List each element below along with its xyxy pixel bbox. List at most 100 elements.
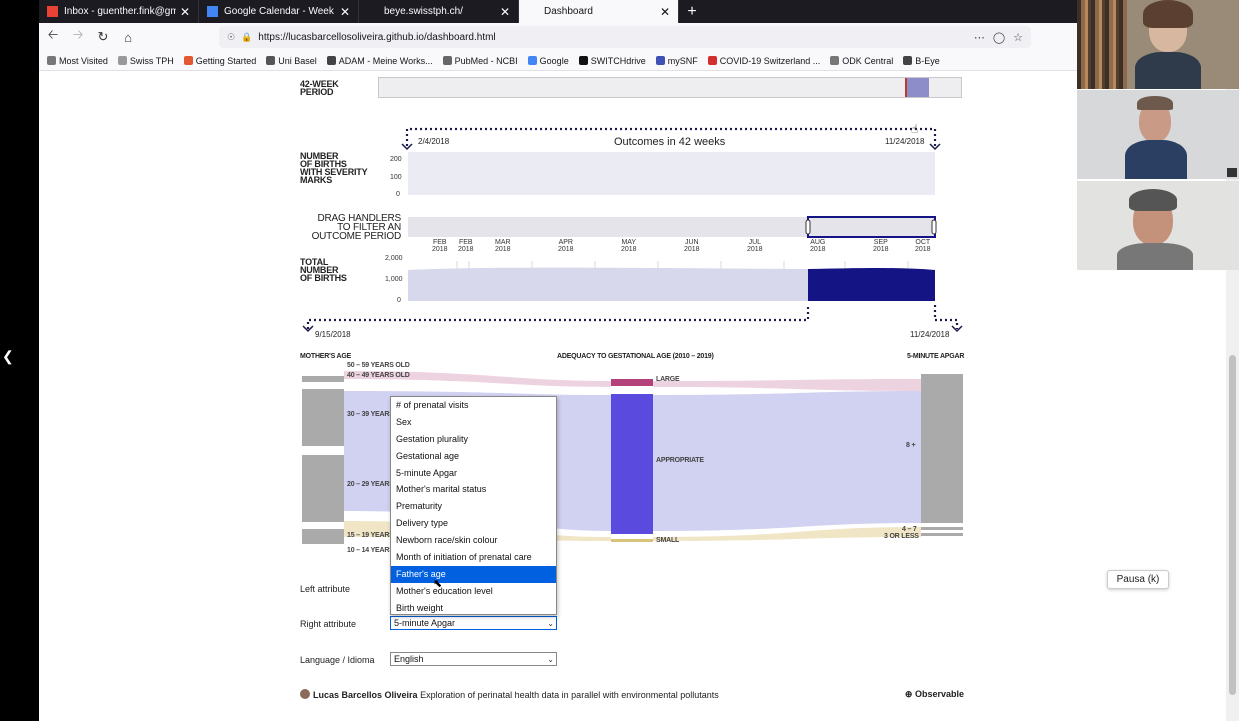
node-3-or-less[interactable] bbox=[921, 533, 963, 536]
author-name[interactable]: Lucas Barcellos Oliveira bbox=[313, 690, 418, 700]
dropdown-option[interactable]: Gestation plurality bbox=[391, 431, 556, 448]
dropdown-option[interactable]: Mother's marital status bbox=[391, 481, 556, 498]
close-icon[interactable]: ✕ bbox=[180, 5, 190, 19]
bookmark-item[interactable]: Swiss TPH bbox=[117, 56, 174, 66]
bookmark-star-icon[interactable]: ☆ bbox=[1013, 31, 1023, 44]
total-tick-2000: 2,000 bbox=[385, 255, 403, 262]
tab-title: Inbox - guenther.fink@gmail.c bbox=[64, 6, 176, 17]
language-select[interactable]: English ⌄ bbox=[390, 652, 557, 666]
bookmarks-toolbar: Most Visited Swiss TPH Getting Started Uni … bbox=[39, 51, 1077, 71]
sankey-left-title: MOTHER'S AGE bbox=[300, 353, 352, 360]
back-arrow-icon[interactable]: 🡠 bbox=[42, 26, 64, 48]
node-appropriate[interactable] bbox=[611, 394, 653, 534]
calendar-icon bbox=[207, 6, 218, 17]
bookmark-item[interactable]: mySNF bbox=[655, 55, 698, 66]
tab-1[interactable]: Inbox - guenther.fink@gmail.c ✕ bbox=[39, 0, 199, 23]
bookmark-label: Uni Basel bbox=[278, 55, 317, 66]
bookmark-item[interactable]: B-Eye bbox=[903, 56, 940, 66]
sev-tick-0: 0 bbox=[396, 191, 400, 198]
dropdown-option[interactable]: Newborn race/skin colour bbox=[391, 532, 556, 549]
drag-strip[interactable] bbox=[408, 217, 935, 237]
tab-3[interactable]: beye.swisstph.ch/ ✕ bbox=[359, 0, 519, 23]
chevron-down-icon[interactable]: ⌄ bbox=[547, 654, 554, 666]
url-bar[interactable]: ☉ 🔒 https://lucasbarcellosoliveira.githu… bbox=[219, 26, 1031, 48]
right-attribute-select[interactable]: 5-minute Apgar ⌄ bbox=[390, 616, 557, 630]
dropdown-option[interactable]: # of prenatal visits bbox=[391, 397, 556, 414]
close-icon[interactable]: ✕ bbox=[660, 5, 670, 19]
node-small[interactable] bbox=[611, 539, 653, 542]
tab-title: beye.swisstph.ch/ bbox=[384, 6, 463, 17]
bookmark-item[interactable]: Uni Basel bbox=[266, 56, 317, 66]
bookmark-icon bbox=[527, 56, 537, 65]
video-tile-2 bbox=[1077, 90, 1239, 179]
end-date: 11/24/2018 bbox=[885, 137, 925, 146]
close-icon[interactable]: ✕ bbox=[340, 5, 350, 19]
bookmark-icon bbox=[903, 56, 913, 65]
reload-icon[interactable]: ↻ bbox=[92, 29, 114, 45]
shield-icon[interactable]: ☉ bbox=[227, 32, 235, 43]
more-icon[interactable]: ⋯ bbox=[974, 31, 985, 44]
drag-handle-right[interactable] bbox=[931, 219, 937, 235]
bookmark-label: B-Eye bbox=[915, 55, 940, 66]
bookmark-item[interactable]: Most Visited bbox=[47, 56, 108, 66]
label-small: SMALL bbox=[656, 537, 680, 544]
bookmark-item[interactable]: ODK Central bbox=[830, 56, 893, 66]
bookmark-label: SWITCHdrive bbox=[590, 55, 646, 66]
pocket-icon[interactable]: ◯ bbox=[993, 31, 1005, 44]
bookmark-label: ODK Central bbox=[842, 55, 894, 66]
bookmark-item[interactable]: Google bbox=[527, 56, 569, 66]
dropdown-option[interactable]: Mother's education level bbox=[391, 583, 556, 600]
node-8-plus[interactable] bbox=[921, 374, 963, 523]
chevron-down-icon[interactable]: ⌄ bbox=[547, 618, 554, 630]
dropdown-option[interactable]: Delivery type bbox=[391, 515, 556, 532]
new-tab-button[interactable]: + bbox=[679, 0, 705, 23]
attribute-dropdown-list[interactable]: # of prenatal visits Sex Gestation plurali… bbox=[390, 396, 557, 615]
bookmark-icon bbox=[707, 56, 717, 65]
bookmark-item[interactable]: Getting Started bbox=[183, 55, 257, 66]
left-sidebar-gutter: ❮ bbox=[0, 0, 39, 721]
node-15-19[interactable] bbox=[302, 529, 344, 544]
observable-logo-icon: ⊕ bbox=[904, 689, 913, 699]
bookmark-item[interactable]: PubMed - NCBI bbox=[442, 56, 518, 66]
bookmark-label: mySNF bbox=[667, 55, 698, 66]
scrollbar-thumb[interactable] bbox=[1229, 355, 1236, 695]
bookmark-label: Getting Started bbox=[195, 55, 257, 66]
url-text[interactable]: https://lucasbarcellosoliveira.github.io… bbox=[258, 32, 974, 43]
drag-label: DRAG HANDLERS TO FILTER AN OUTCOME PERIO… bbox=[311, 213, 402, 242]
tab-2[interactable]: Google Calendar - Week of Sep ✕ bbox=[199, 0, 359, 23]
month-label: FEB 2018 bbox=[432, 239, 448, 253]
dropdown-option[interactable]: Father's age bbox=[391, 565, 556, 583]
dropdown-option[interactable]: Gestational age bbox=[391, 448, 556, 465]
bookmark-item[interactable]: SWITCHdrive bbox=[578, 55, 646, 66]
dropdown-option[interactable]: Month of initiation of prenatal care bbox=[391, 549, 556, 566]
forward-arrow-icon[interactable]: 🡢 bbox=[67, 26, 89, 48]
node-40-49[interactable] bbox=[302, 376, 344, 382]
pause-button[interactable]: Pausa (k) bbox=[1107, 570, 1169, 589]
filter-start-date: 9/15/2018 bbox=[315, 330, 351, 339]
node-4-7[interactable] bbox=[921, 527, 963, 530]
observable-brand[interactable]: ⊕ Observable bbox=[905, 689, 964, 700]
period-brush-selection[interactable] bbox=[905, 78, 929, 97]
bookmark-item[interactable]: ADAM - Meine Works... bbox=[326, 55, 433, 66]
sankey-middle-title: ADEQUACY TO GESTATIONAL AGE (2010 – 2019… bbox=[557, 353, 714, 360]
dropdown-option[interactable]: 5-minute Apgar bbox=[391, 465, 556, 482]
chevron-left-icon[interactable]: ❮ bbox=[2, 348, 14, 365]
node-30-39[interactable] bbox=[302, 389, 344, 446]
period-label-text: 42-WEEK PERIOD bbox=[300, 79, 339, 97]
node-20-29[interactable] bbox=[302, 455, 344, 522]
month-label: AUG 2018 bbox=[810, 239, 826, 253]
bookmark-item[interactable]: COVID-19 Switzerland ... bbox=[707, 55, 821, 66]
close-icon[interactable]: ✕ bbox=[500, 5, 510, 19]
drag-handle-left[interactable] bbox=[805, 219, 811, 235]
bookmark-label: COVID-19 Switzerland ... bbox=[719, 55, 821, 66]
home-icon[interactable]: ⌂ bbox=[117, 30, 139, 45]
period-brush-track[interactable] bbox=[378, 77, 962, 98]
dropdown-option[interactable]: Sex bbox=[391, 414, 556, 431]
total-area-light bbox=[408, 267, 808, 301]
lock-icon: 🔒 bbox=[241, 31, 253, 42]
bookmark-label: ADAM - Meine Works... bbox=[338, 55, 433, 66]
tab-4[interactable]: Dashboard ✕ bbox=[519, 0, 679, 23]
dropdown-option[interactable]: Prematurity bbox=[391, 498, 556, 515]
dropdown-option[interactable]: Birth weight bbox=[391, 600, 556, 617]
node-large[interactable] bbox=[611, 379, 653, 386]
